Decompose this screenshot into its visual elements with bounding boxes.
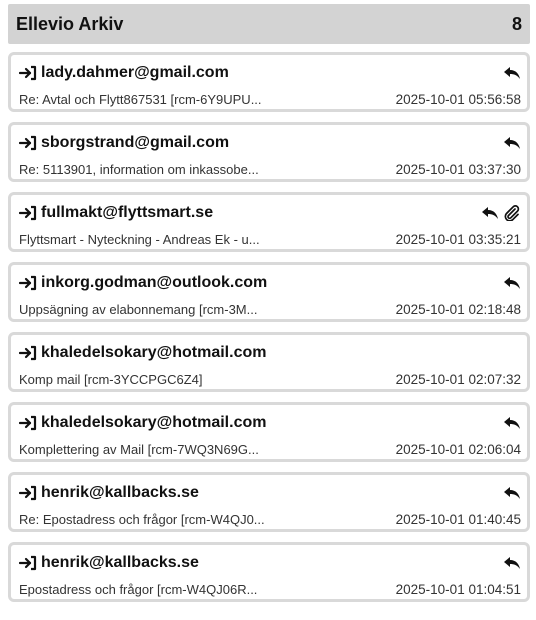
sender-address: fullmakt@flyttsmart.se (41, 204, 214, 221)
sender-address: sborgstrand@gmail.com (41, 134, 230, 151)
panel-header: Ellevio Arkiv 8 (8, 4, 530, 44)
status-icons (503, 275, 521, 291)
message-count: 8 (511, 13, 522, 34)
incoming-arrow-icon (19, 275, 37, 291)
sender-address: inkorg.godman@outlook.com (41, 274, 268, 291)
reply-icon (503, 65, 521, 81)
sender-address: lady.dahmer@gmail.com (41, 64, 229, 81)
message-list: lady.dahmer@gmail.com Re: Avtal och Flyt… (8, 52, 530, 602)
reply-icon (503, 555, 521, 571)
timestamp: 2025-10-01 01:40:45 (395, 511, 521, 527)
message-item[interactable]: lady.dahmer@gmail.com Re: Avtal och Flyt… (8, 52, 530, 112)
message-item[interactable]: henrik@kallbacks.se Re: Epostadress och … (8, 472, 530, 532)
subject-text: Uppsägning av elabonnemang [rcm-3M... (19, 301, 258, 317)
timestamp: 2025-10-01 01:04:51 (395, 581, 521, 597)
panel-title: Ellevio Arkiv (16, 13, 124, 34)
incoming-arrow-icon (19, 415, 37, 431)
status-icons (503, 485, 521, 501)
timestamp: 2025-10-01 03:35:21 (395, 231, 521, 247)
status-icons (503, 415, 521, 431)
message-item[interactable]: fullmakt@flyttsmart.se Flyttsmart - Nyte… (8, 192, 530, 252)
message-item[interactable]: henrik@kallbacks.se Epostadress och fråg… (8, 542, 530, 602)
status-icons (503, 135, 521, 151)
incoming-arrow-icon (19, 205, 37, 221)
message-item[interactable]: khaledelsokary@hotmail.com Komplettering… (8, 402, 530, 462)
timestamp: 2025-10-01 02:07:32 (395, 371, 521, 387)
sender-address: henrik@kallbacks.se (41, 484, 199, 501)
status-icons (503, 555, 521, 571)
incoming-arrow-icon (19, 135, 37, 151)
subject-text: Epostadress och frågor [rcm-W4QJ06R... (19, 581, 258, 597)
sender-address: henrik@kallbacks.se (41, 554, 199, 571)
subject-text: Re: Epostadress och frågor [rcm-W4QJ0... (19, 511, 265, 527)
message-item[interactable]: inkorg.godman@outlook.com Uppsägning av … (8, 262, 530, 322)
subject-text: Re: 5113901, information om inkassobe... (19, 161, 259, 177)
timestamp: 2025-10-01 02:18:48 (395, 301, 521, 317)
sender-address: khaledelsokary@hotmail.com (41, 414, 267, 431)
reply-icon (481, 205, 499, 221)
incoming-arrow-icon (19, 555, 37, 571)
incoming-arrow-icon (19, 485, 37, 501)
incoming-arrow-icon (19, 65, 37, 81)
sender-address: khaledelsokary@hotmail.com (41, 344, 267, 361)
message-item[interactable]: sborgstrand@gmail.com Re: 5113901, infor… (8, 122, 530, 182)
subject-text: Flyttsmart - Nyteckning - Andreas Ek - u… (19, 231, 260, 247)
status-icons (481, 205, 521, 221)
reply-icon (503, 135, 521, 151)
subject-text: Komplettering av Mail [rcm-7WQ3N69G... (19, 441, 259, 457)
message-item[interactable]: khaledelsokary@hotmail.com Komp mail [rc… (8, 332, 530, 392)
archive-panel: Ellevio Arkiv 8 lady.dahmer@gmail.com Re… (8, 4, 530, 612)
subject-text: Komp mail [rcm-3YCCPGC6Z4] (19, 371, 203, 387)
timestamp: 2025-10-01 03:37:30 (395, 161, 521, 177)
reply-icon (503, 415, 521, 431)
timestamp: 2025-10-01 05:56:58 (395, 91, 521, 107)
reply-icon (503, 485, 521, 501)
incoming-arrow-icon (19, 345, 37, 361)
attachment-icon (503, 205, 521, 221)
status-icons (503, 65, 521, 81)
reply-icon (503, 275, 521, 291)
subject-text: Re: Avtal och Flytt867531 [rcm-6Y9UPU... (19, 91, 262, 107)
timestamp: 2025-10-01 02:06:04 (395, 441, 521, 457)
